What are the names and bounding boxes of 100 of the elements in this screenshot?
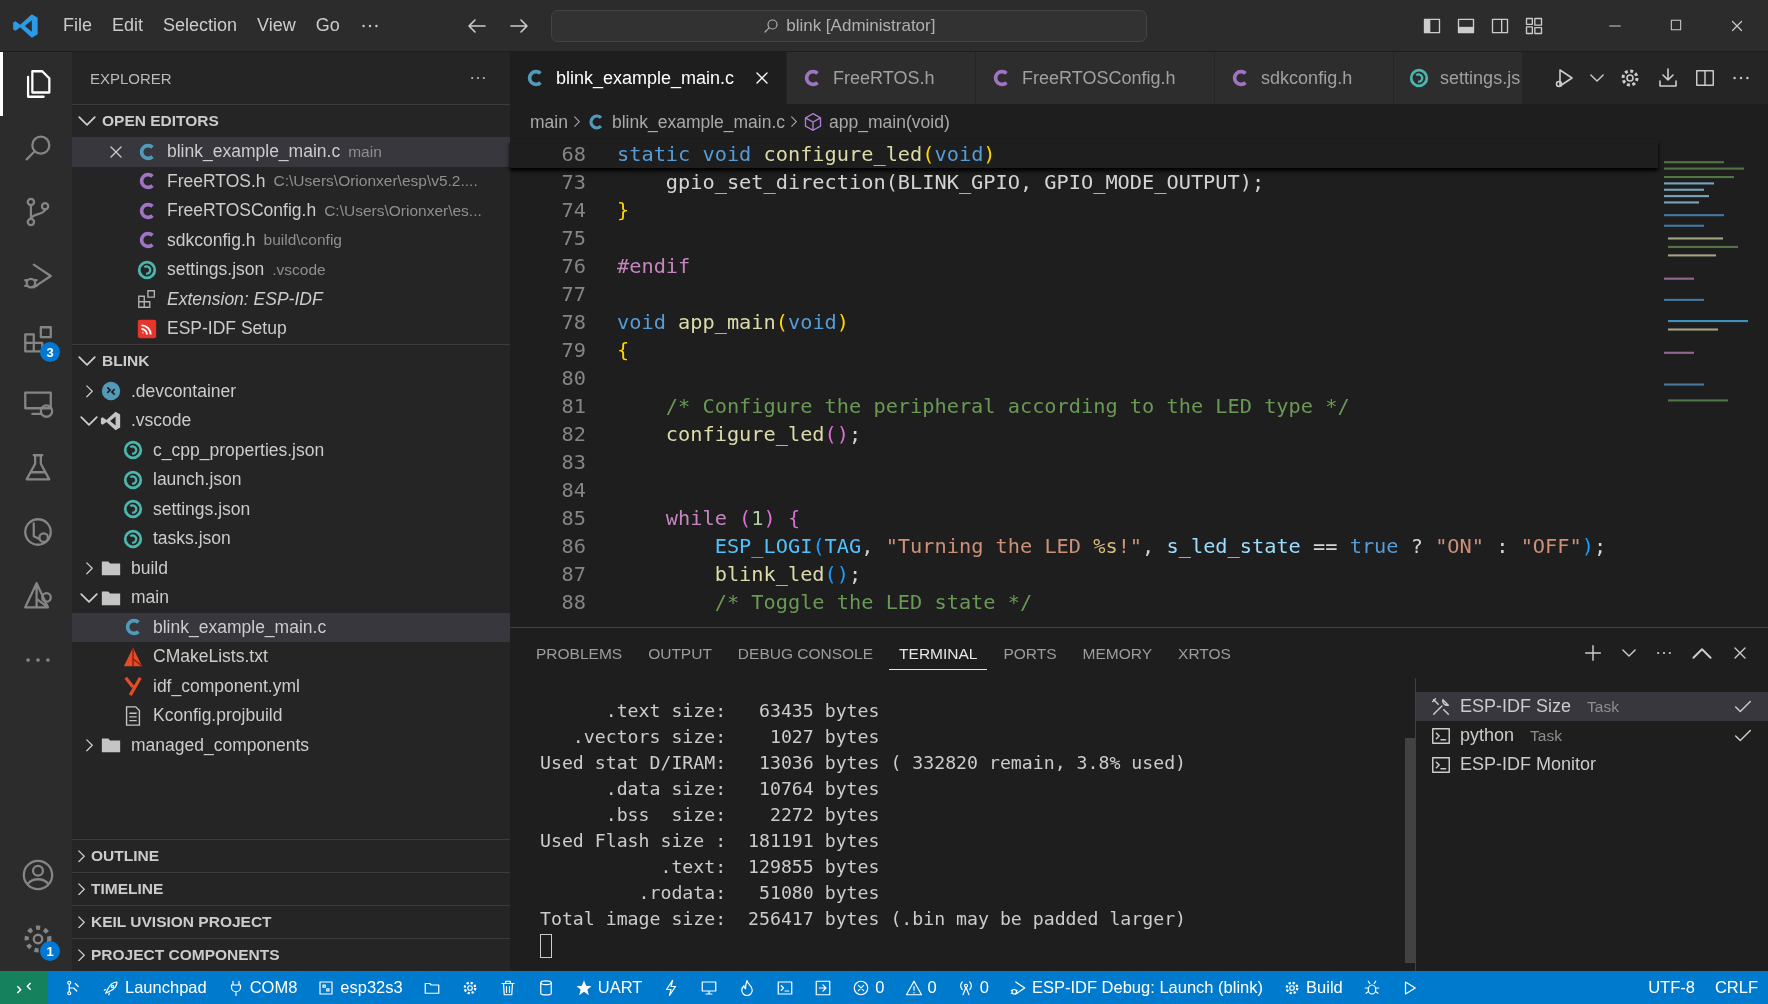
bug-icon[interactable] [1362,978,1381,997]
section-header[interactable]: OPEN EDITORS [72,105,510,137]
arrow-box-icon[interactable] [814,978,833,997]
split-editor-icon[interactable] [1694,67,1716,89]
error-icon [852,978,871,997]
cube-icon [803,112,824,132]
status-item[interactable]: ESP-IDF Debug: Launch (blink) [998,971,1274,1004]
tree-item[interactable]: ESP-IDF Setup [72,314,510,344]
status-item[interactable]: 0 [842,971,895,1004]
editor-tab[interactable]: FreeRTOS.h [787,52,977,104]
code-line: void app_main(void) [617,310,850,334]
monitor-icon[interactable] [700,978,719,997]
terminal-list-item[interactable]: ESP-IDF Size Task [1416,692,1768,721]
menu-item[interactable]: Go [306,11,349,40]
tree-item[interactable]: Extension: ESP-IDF [72,284,510,314]
terminal-line: Total image size: 256417 bytes (.bin may be padded larger) [540,907,1188,931]
status-item[interactable]: esp32s3 [307,971,413,1004]
code-line: ESP_LOGI(TAG, "Turning the LED %s!", s_led_state == true ? "ON" : "OFF"); [713,534,1607,558]
status-item[interactable]: UART [564,971,653,1004]
editor-tab[interactable]: FreeRTOSConfig.h [976,52,1216,104]
section-header[interactable]: KEIL UVISION PROJECT [72,906,510,938]
panel-tab[interactable]: DEBUG CONSOLE [727,636,884,670]
swirl-icon [122,439,144,462]
tree-item[interactable]: blink_example_main.c main [72,137,510,167]
swirl-icon [122,468,144,491]
code-line: while (1) { [664,506,801,530]
section-header[interactable]: OUTLINE [72,840,510,872]
tree-item[interactable]: Kconfig.projbuild [72,701,510,731]
menu-item[interactable]: Edit [103,11,153,40]
account-icon[interactable] [20,858,55,892]
tree-item[interactable]: launch.json [72,465,510,495]
scrollbar-thumb[interactable] [1405,738,1415,963]
chevron-right-icon [78,915,85,929]
tree-item[interactable]: managed_components [72,730,510,760]
tree-item[interactable]: build [72,553,510,583]
section-header[interactable]: BLINK [72,344,510,377]
breadcrumb-item[interactable]: main [530,111,568,133]
terminal-line: .text: 129855 bytes [659,855,881,879]
status-item[interactable]: 0 [946,971,999,1004]
tree-item[interactable]: main [72,583,510,613]
tree-item[interactable]: FreeRTOSConfig.h C:\Users\Orionxer\es... [72,196,510,226]
status-item[interactable]: Build [1273,971,1353,1004]
breadcrumb-item[interactable]: blink_example_main.c [611,111,786,133]
panel-tab[interactable]: PROBLEMS [526,636,633,670]
editor-tab[interactable]: sdkconfig.h [1215,52,1395,104]
line-number: 79 [560,338,587,362]
tree-item[interactable]: CMakeLists.txt [72,642,510,672]
terminal-list-item[interactable]: ESP-IDF Monitor [1416,750,1768,779]
menu-item[interactable]: File [54,11,101,40]
terminal-icon[interactable] [776,978,795,997]
tree-item[interactable]: .vscode [72,406,510,436]
breadcrumb-item[interactable]: app_main(void) [829,111,950,133]
trash-icon[interactable] [498,978,517,997]
line-number: 78 [560,310,587,334]
rocket-icon [102,978,120,997]
chip-icon [317,978,336,997]
tree-item[interactable]: settings.json .vscode [72,255,510,285]
chevron-down-icon [78,355,96,366]
chevron-right-icon [78,849,85,863]
panel-tab[interactable]: XRTOS [1168,636,1241,670]
tree-item[interactable]: blink_example_main.c [72,612,510,642]
menu-item[interactable]: View [248,11,305,40]
chevron-down-icon [78,116,96,126]
layout-icon[interactable] [1524,15,1544,36]
tree-item[interactable]: tasks.json [72,524,510,554]
chevron-down-icon[interactable] [1590,74,1604,82]
status-item[interactable]: CRLF [1704,971,1768,1004]
fork-icon[interactable] [64,978,82,997]
terminal-list-item[interactable]: python Task [1416,721,1768,750]
panel-tab[interactable]: MEMORY [1072,636,1163,670]
editor-tab[interactable]: blink_example_main.c [510,52,788,104]
download-icon[interactable] [1656,66,1680,90]
tree-item[interactable]: idf_component.yml [72,671,510,701]
search-field[interactable]: blink [Administrator] [550,9,1147,42]
panel-tab[interactable]: TERMINAL [889,636,988,670]
panel-tab[interactable]: OUTPUT [638,636,722,670]
status-item[interactable]: UTF-8 [1638,971,1705,1004]
status-item[interactable]: Launchpad [92,971,217,1004]
chevron-down-icon[interactable] [1622,649,1636,657]
menu-item[interactable]: Selection [154,11,247,40]
tools-icon [1430,695,1452,718]
tree-item[interactable]: settings.json [72,494,510,524]
editor-tab[interactable]: settings.js [1394,52,1524,104]
section-header[interactable]: PROJECT COMPONENTS [72,939,510,971]
terminal-line: .data size: 10764 bytes [604,777,881,801]
line-number: 88 [560,590,587,614]
status-item[interactable]: 0 [894,971,947,1004]
chevron-up-icon[interactable] [1692,647,1712,659]
swirl-icon [136,258,158,281]
chevron-right-icon [85,384,93,398]
plus-icon[interactable] [1582,642,1604,664]
tree-item[interactable]: c_cpp_properties.json [72,435,510,465]
tree-item[interactable]: FreeRTOS.h C:\Users\Orionxer\esp\v5.2.... [72,166,510,196]
panel-tab[interactable]: PORTS [993,636,1067,670]
section-header[interactable]: TIMELINE [72,873,510,905]
terminal-line: Used Flash size : 181191 bytes [540,829,881,853]
tree-item[interactable]: sdkconfig.h build\config [72,225,510,255]
status-item[interactable]: COM8 [216,971,308,1004]
swirl-icon [122,498,144,521]
tree-item[interactable]: .devcontainer [72,376,510,406]
